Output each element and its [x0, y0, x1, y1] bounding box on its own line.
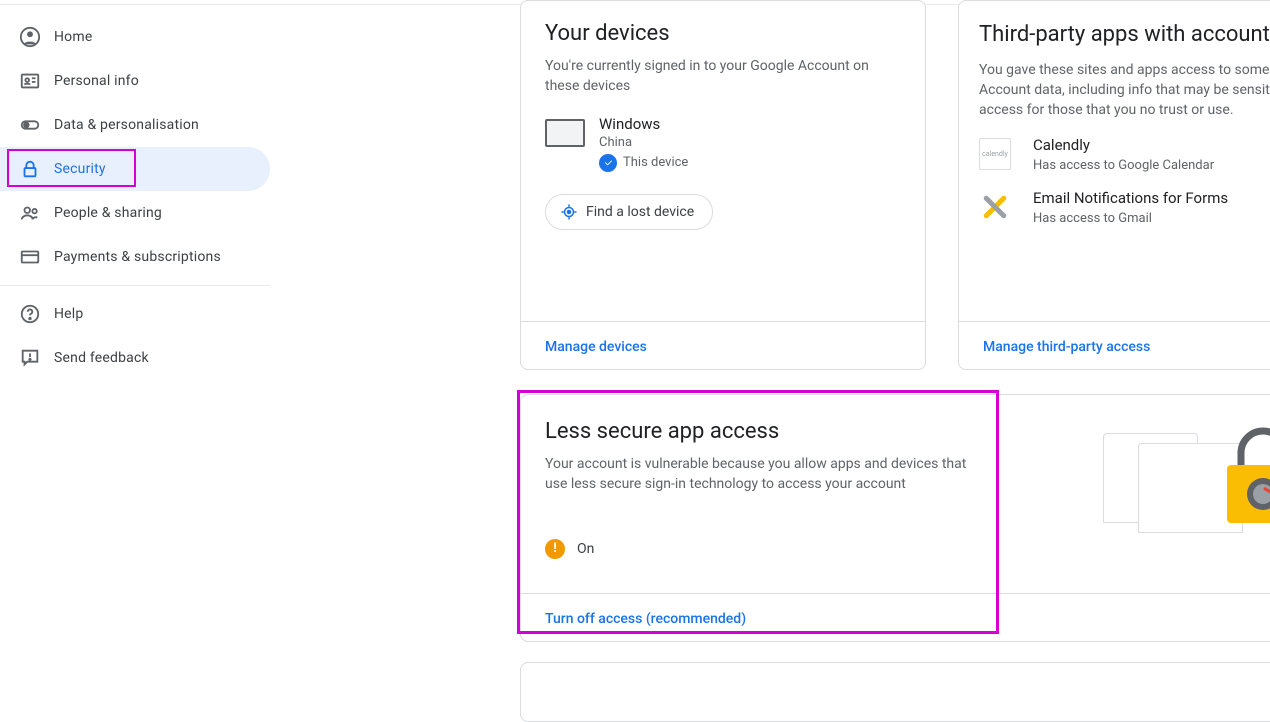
- lock-icon: [18, 157, 42, 181]
- device-name: Windows: [599, 115, 688, 133]
- card-title: Your devices: [545, 21, 901, 46]
- card-title: Third-party apps with account access: [979, 21, 1270, 50]
- sidebar-item-label: Security: [54, 161, 106, 177]
- sidebar-item-security[interactable]: Security: [0, 147, 270, 191]
- manage-third-party-link[interactable]: Manage third-party access: [983, 339, 1150, 355]
- card-title: Less secure app access: [545, 419, 985, 444]
- sidebar-item-label: Payments & subscriptions: [54, 249, 221, 265]
- manage-devices-link[interactable]: Manage devices: [545, 339, 647, 355]
- status-row: ! On: [545, 539, 985, 559]
- app-row-forms[interactable]: Email Notifications for Forms Has access…: [979, 189, 1270, 226]
- sidebar-item-label: Help: [54, 306, 83, 322]
- app-sub: Has access to Google Calendar: [1033, 158, 1214, 173]
- turn-off-access-link[interactable]: Turn off access (recommended): [545, 611, 746, 627]
- sidebar-item-label: Personal info: [54, 73, 139, 89]
- card-less-secure: Less secure app access Your account is v…: [520, 394, 1270, 642]
- forms-addon-icon: [979, 191, 1011, 223]
- home-icon: [18, 25, 42, 49]
- toggle-icon: [18, 113, 42, 137]
- device-row[interactable]: Windows China This device: [545, 115, 901, 172]
- sidebar-item-help[interactable]: Help: [0, 292, 270, 336]
- sidebar-item-payments[interactable]: Payments & subscriptions: [0, 235, 270, 279]
- sidebar-divider: [0, 285, 270, 286]
- app-sub: Has access to Gmail: [1033, 211, 1228, 226]
- card-peek: [520, 662, 1270, 722]
- card-subtitle: Your account is vulnerable because you a…: [545, 454, 985, 495]
- id-card-icon: [18, 69, 42, 93]
- locate-icon: [560, 203, 578, 221]
- card-subtitle: You're currently signed in to your Googl…: [545, 56, 901, 97]
- card-subtitle: You gave these sites and apps access to …: [979, 60, 1270, 121]
- sidebar-item-label: Home: [54, 29, 92, 45]
- sidebar-item-home[interactable]: Home: [0, 15, 270, 59]
- less-secure-illustration: [1103, 419, 1270, 549]
- feedback-icon: [18, 346, 42, 370]
- status-text: On: [577, 541, 594, 557]
- this-device-badge: This device: [599, 154, 688, 172]
- sidebar: Home Personal info Data & personalisatio…: [0, 15, 270, 380]
- people-icon: [18, 201, 42, 225]
- warning-icon: !: [545, 539, 565, 559]
- app-name: Email Notifications for Forms: [1033, 189, 1228, 207]
- sidebar-item-people[interactable]: People & sharing: [0, 191, 270, 235]
- this-device-label: This device: [623, 155, 688, 170]
- app-row-calendly[interactable]: calendly Calendly Has access to Google C…: [979, 136, 1270, 173]
- checkmark-icon: [599, 154, 617, 172]
- card-third-party: Third-party apps with account access You…: [958, 0, 1270, 370]
- card-icon: [18, 245, 42, 269]
- find-lost-device-label: Find a lost device: [586, 204, 694, 220]
- card-your-devices: Your devices You're currently signed in …: [520, 0, 926, 370]
- sidebar-item-label: Send feedback: [54, 350, 149, 366]
- desktop-icon: [545, 119, 585, 147]
- device-location: China: [599, 135, 688, 150]
- app-name: Calendly: [1033, 136, 1214, 154]
- help-icon: [18, 302, 42, 326]
- calendly-icon: calendly: [979, 138, 1011, 170]
- find-lost-device-button[interactable]: Find a lost device: [545, 194, 713, 230]
- sidebar-item-label: People & sharing: [54, 205, 162, 221]
- sidebar-item-data[interactable]: Data & personalisation: [0, 103, 270, 147]
- sidebar-item-label: Data & personalisation: [54, 117, 199, 133]
- sidebar-item-feedback[interactable]: Send feedback: [0, 336, 270, 380]
- sidebar-item-personal-info[interactable]: Personal info: [0, 59, 270, 103]
